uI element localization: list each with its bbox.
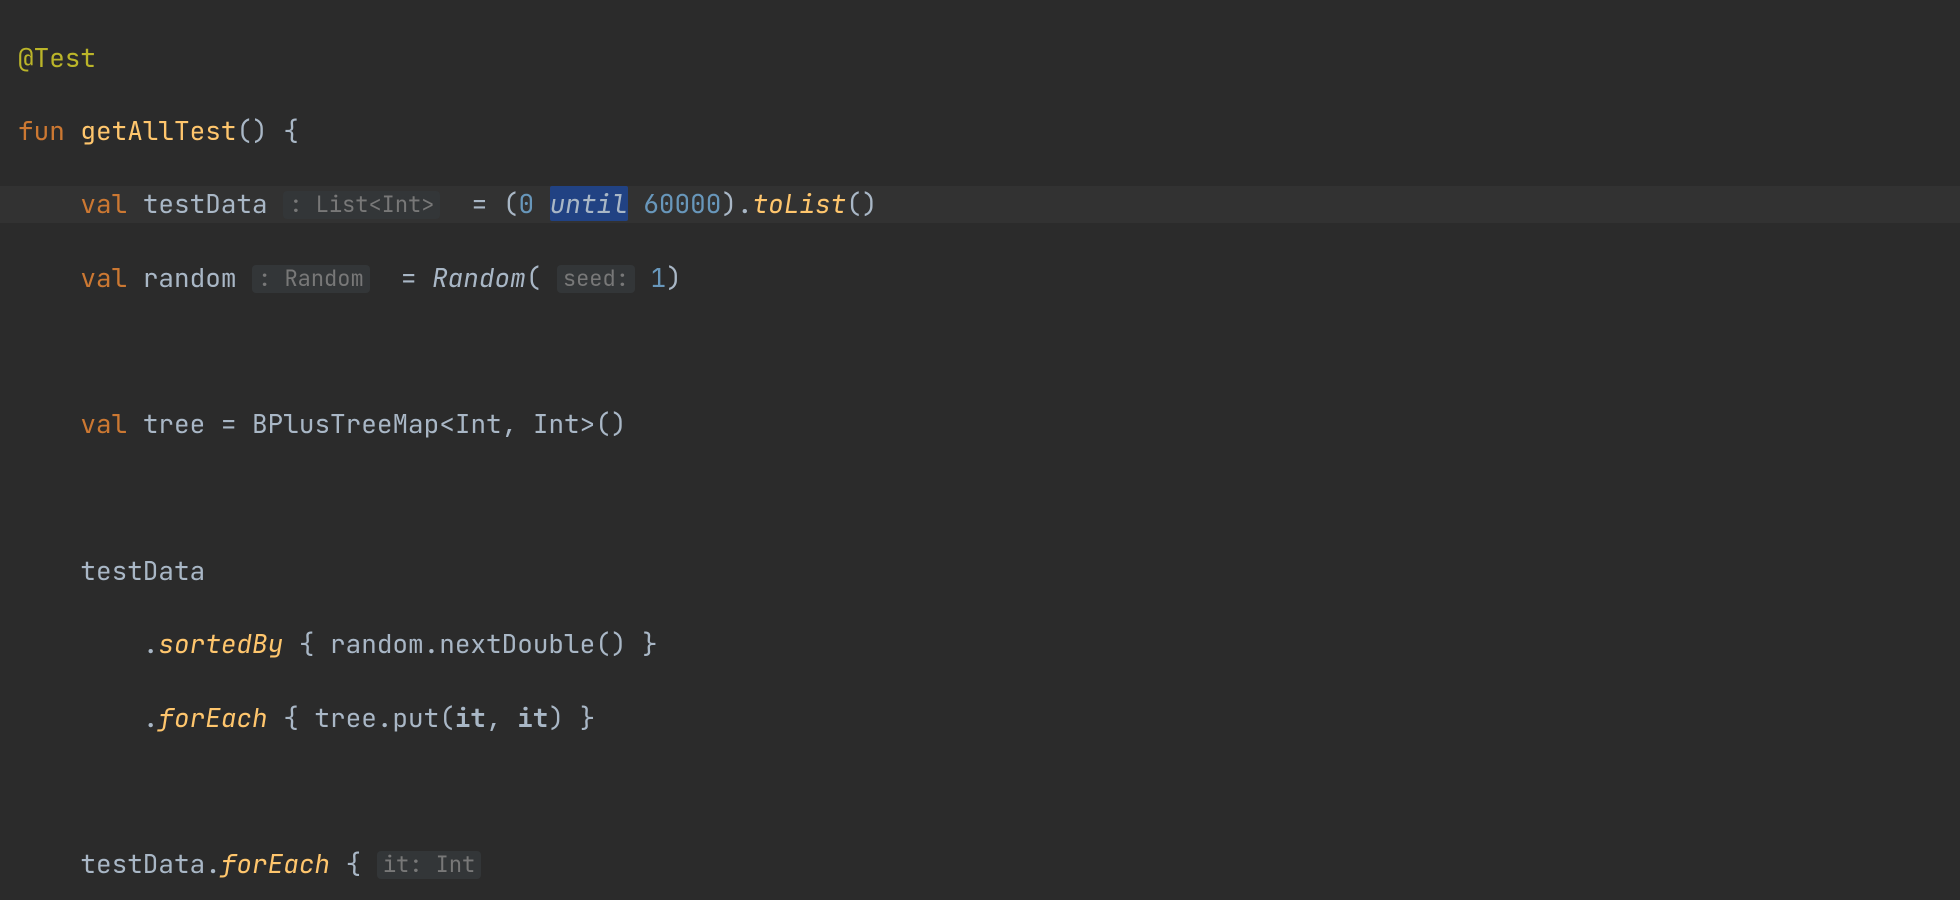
code-editor[interactable]: @Test fun getAllTest() { val testData : … [0, 0, 1960, 900]
code-line: testData.forEach { it: Int [18, 846, 1960, 883]
code-line-blank [18, 333, 1960, 370]
number-token: 60000 [643, 186, 721, 221]
identifier: testData. [80, 846, 220, 881]
punct: ) [666, 260, 682, 295]
punct: . [143, 626, 159, 661]
identifier: testData [80, 553, 205, 588]
keyword-fun: fun [18, 113, 65, 148]
code-line: val random : Random = Random( seed: 1) [18, 260, 1960, 297]
punct: () { [236, 113, 298, 148]
punct: = [385, 260, 432, 295]
code-line: .forEach { tree.put(it, it) } [18, 700, 1960, 737]
punct: ). [721, 186, 752, 221]
code-line-blank [18, 773, 1960, 810]
type-call: BPlusTreeMap<Int, Int>() [252, 406, 626, 441]
punct: ( [526, 260, 542, 295]
ext-call: forEach [158, 700, 267, 735]
keyword-val: val [80, 186, 127, 221]
it-token: it [517, 700, 548, 735]
annotation-token: @Test [18, 40, 96, 75]
punct: = [205, 406, 252, 441]
ext-call: toList [753, 186, 847, 221]
punct: ( [503, 186, 519, 221]
code-line: val tree = BPlusTreeMap<Int, Int>() [18, 406, 1960, 443]
keyword-val: val [80, 406, 127, 441]
code-line: testData [18, 553, 1960, 590]
punct: . [143, 700, 159, 735]
identifier: testData [143, 186, 268, 221]
code-line: fun getAllTest() { [18, 113, 1960, 150]
number-token: 0 [518, 186, 534, 221]
code-line-blank [18, 480, 1960, 517]
lambda: { random.nextDouble() } [283, 626, 657, 661]
param-hint: it: Int [377, 851, 481, 879]
number-token: 1 [651, 260, 667, 295]
type-ref: Random [432, 260, 526, 295]
identifier: tree [143, 406, 205, 441]
code-line: @Test [18, 40, 1960, 77]
lambda-pre: { tree.put( [268, 700, 455, 735]
lambda-post: ) } [548, 700, 595, 735]
ext-call: forEach [221, 846, 330, 881]
param-hint: seed: [557, 265, 635, 293]
punct: = [456, 186, 503, 221]
keyword-val: val [80, 260, 127, 295]
it-token: it [455, 700, 486, 735]
function-name: getAllTest [80, 113, 236, 148]
ext-call: sortedBy [158, 626, 283, 661]
punct: , [486, 700, 517, 735]
selection-until: until [550, 186, 628, 221]
type-hint: : Random [252, 265, 370, 293]
punct: { [330, 846, 361, 881]
code-line-highlighted: val testData : List<Int> = (0 until 6000… [0, 186, 1960, 223]
code-line: .sortedBy { random.nextDouble() } [18, 626, 1960, 663]
punct: () [846, 186, 877, 221]
identifier: random [143, 260, 237, 295]
type-hint: : List<Int> [283, 191, 440, 219]
